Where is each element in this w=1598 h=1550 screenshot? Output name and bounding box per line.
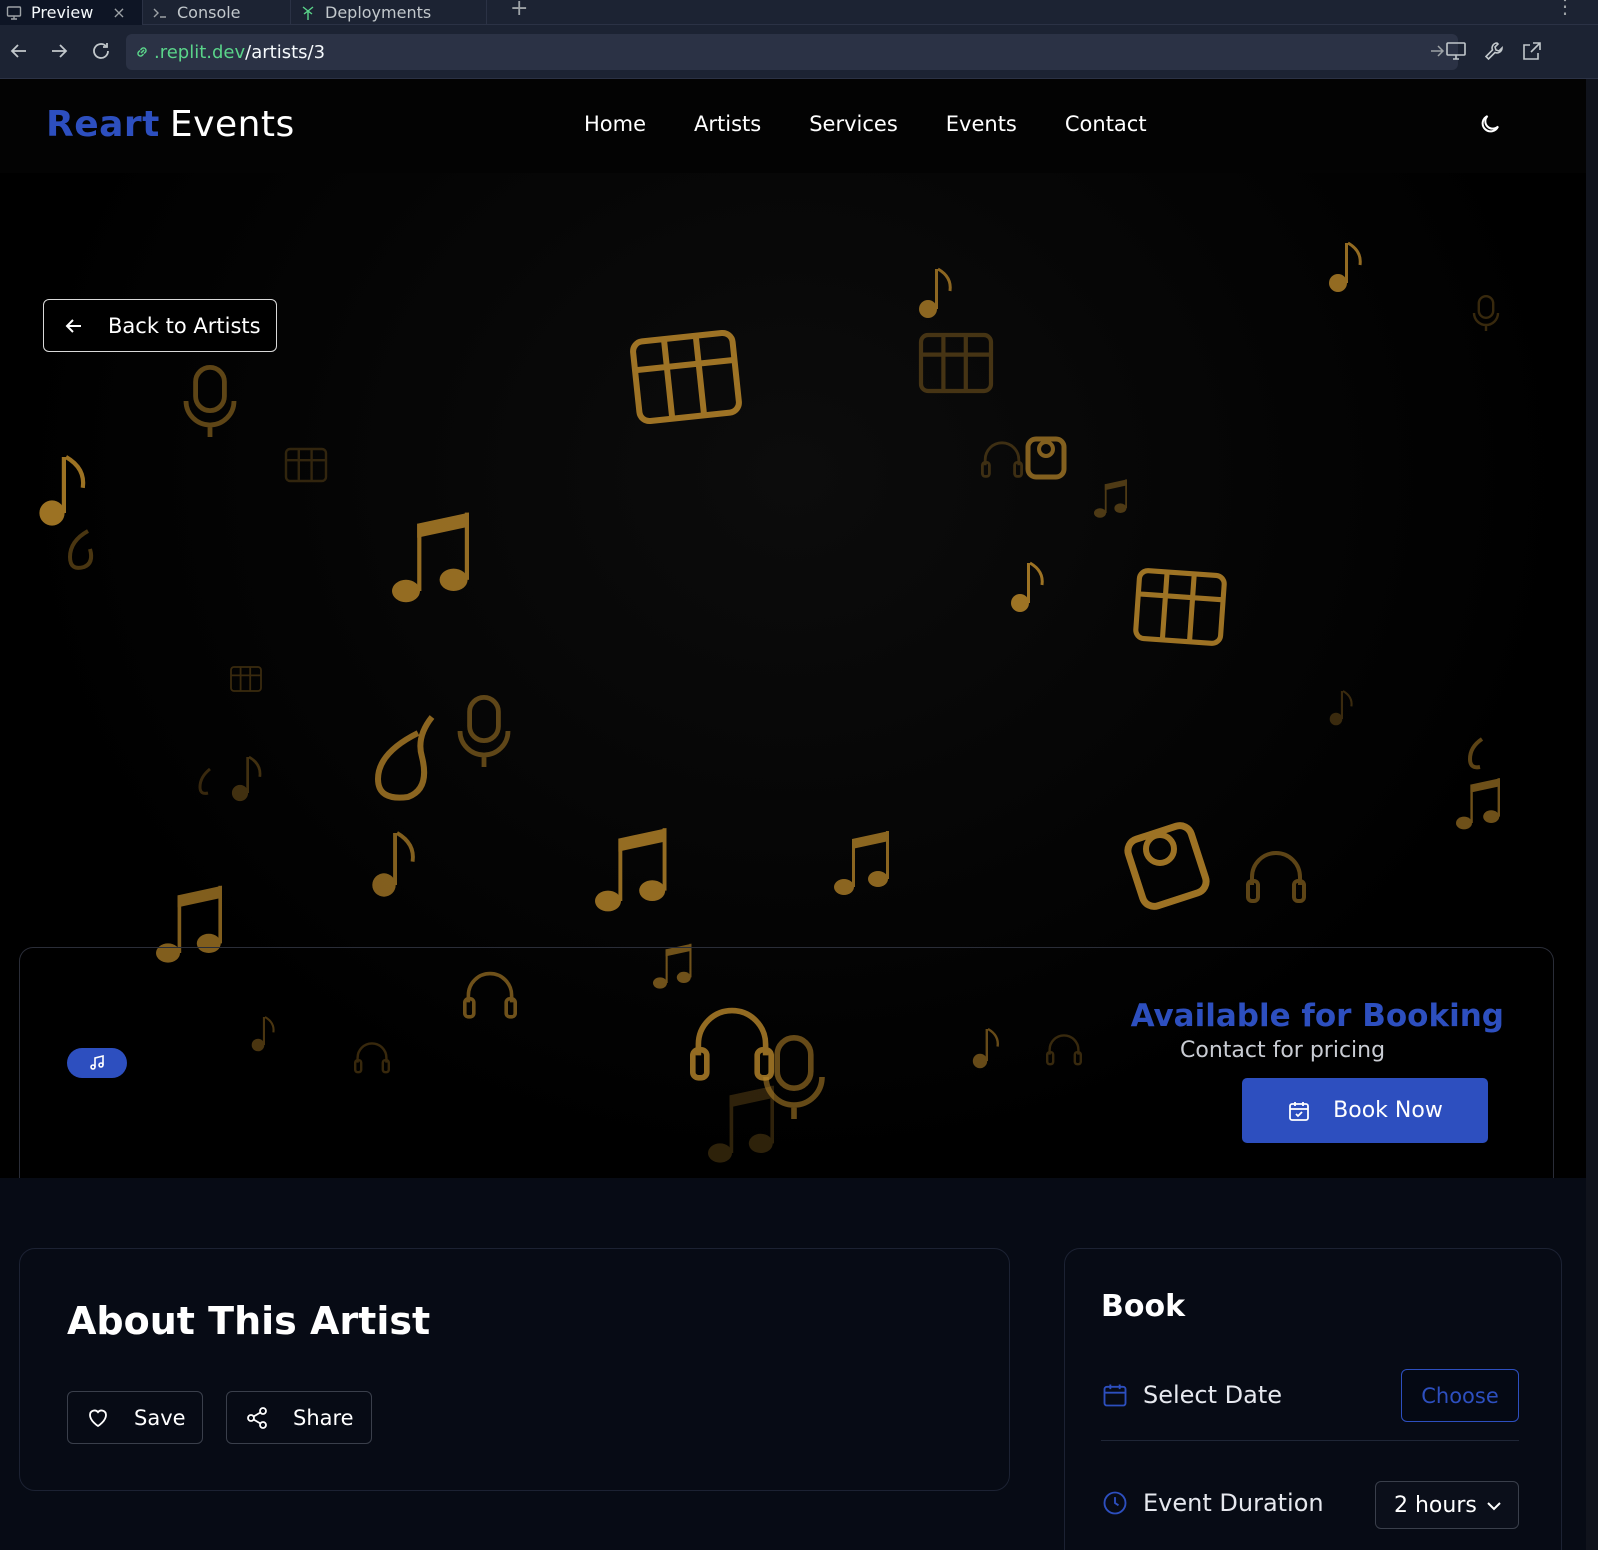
about-title: About This Artist bbox=[67, 1299, 431, 1343]
back-label: Back to Artists bbox=[108, 313, 261, 338]
tab-preview[interactable]: Preview × bbox=[0, 0, 142, 25]
logo-part2: Events bbox=[169, 104, 295, 145]
arrow-left-icon bbox=[64, 316, 84, 336]
genre-badge bbox=[67, 1048, 127, 1078]
add-tab-button[interactable]: + bbox=[510, 0, 528, 21]
event-duration-label: Event Duration bbox=[1143, 1489, 1324, 1517]
pricing-text: Contact for pricing bbox=[1180, 1038, 1386, 1063]
close-icon[interactable]: × bbox=[112, 3, 125, 22]
back-arrow-icon[interactable] bbox=[5, 37, 33, 65]
book-now-label: Book Now bbox=[1333, 1098, 1443, 1123]
about-card: About This Artist Save Share bbox=[19, 1248, 1010, 1491]
share-button[interactable]: Share bbox=[226, 1391, 372, 1444]
back-to-artists-button[interactable]: Back to Artists bbox=[43, 299, 277, 352]
tab-label: Console bbox=[177, 3, 241, 22]
page-viewport: Reart Events Home Artists Services Events… bbox=[0, 79, 1586, 1550]
workspace-tab-bar: Preview × Console Deployments + ⋮ bbox=[0, 0, 1598, 25]
forward-arrow-icon[interactable] bbox=[45, 37, 73, 65]
tab-label: Preview bbox=[31, 3, 94, 22]
open-new-tab-icon[interactable] bbox=[1518, 37, 1546, 65]
duration-value: 2 hours bbox=[1394, 1492, 1477, 1518]
availability-title: Available for Booking bbox=[1130, 998, 1504, 1034]
reload-icon[interactable] bbox=[87, 37, 115, 65]
select-date-label: Select Date bbox=[1143, 1381, 1283, 1409]
more-icon[interactable]: ⋮ bbox=[1555, 0, 1575, 18]
save-button[interactable]: Save bbox=[67, 1391, 203, 1444]
tab-console[interactable]: Console bbox=[152, 0, 290, 25]
duration-select[interactable]: 2 hours bbox=[1375, 1481, 1519, 1529]
booking-title: Book bbox=[1101, 1289, 1186, 1324]
devtools-wrench-icon[interactable] bbox=[1480, 37, 1508, 65]
share-label: Share bbox=[293, 1405, 354, 1430]
music-note-icon bbox=[88, 1054, 106, 1072]
save-label: Save bbox=[134, 1405, 186, 1430]
url-path: /artists/3 bbox=[245, 41, 326, 63]
nav-services[interactable]: Services bbox=[809, 112, 898, 136]
nav-events[interactable]: Events bbox=[946, 112, 1017, 136]
monitor-icon bbox=[6, 5, 22, 21]
page-scrollbar[interactable] bbox=[1586, 79, 1598, 1550]
main-nav: Home Artists Services Events Contact bbox=[584, 112, 1195, 136]
calendar-icon bbox=[1101, 1381, 1129, 1409]
share-icon bbox=[245, 1406, 269, 1430]
divider bbox=[1101, 1440, 1519, 1441]
book-now-button[interactable]: Book Now bbox=[1242, 1078, 1488, 1143]
address-bar-row: .replit.dev/artists/3 bbox=[0, 25, 1598, 79]
url-input[interactable]: .replit.dev/artists/3 bbox=[126, 34, 1458, 70]
deploy-icon bbox=[300, 5, 316, 21]
artist-info-card: Available for Booking Contact for pricin… bbox=[19, 947, 1554, 1192]
device-preview-icon[interactable] bbox=[1442, 37, 1470, 65]
site-logo[interactable]: Reart Events bbox=[46, 104, 295, 145]
tab-deployments[interactable]: Deployments bbox=[300, 0, 486, 25]
site-header: Reart Events Home Artists Services Events… bbox=[0, 79, 1586, 173]
heart-icon bbox=[86, 1406, 110, 1430]
nav-contact[interactable]: Contact bbox=[1065, 112, 1147, 136]
link-icon bbox=[134, 44, 150, 60]
moon-icon[interactable] bbox=[1478, 112, 1506, 140]
nav-artists[interactable]: Artists bbox=[694, 112, 761, 136]
logo-part1: Reart bbox=[46, 104, 160, 145]
nav-home[interactable]: Home bbox=[584, 112, 646, 136]
booking-card: Book Select Date Choose Event Duration 2… bbox=[1064, 1248, 1562, 1550]
chevron-down-icon bbox=[1484, 1496, 1504, 1522]
url-host: .replit.dev bbox=[154, 41, 246, 63]
artist-details-section: About This Artist Save Share Book Select… bbox=[0, 1178, 1586, 1550]
terminal-icon bbox=[152, 5, 168, 21]
clock-icon bbox=[1101, 1489, 1129, 1517]
browser-window: Preview × Console Deployments + ⋮ .repli… bbox=[0, 0, 1598, 1550]
choose-date-button[interactable]: Choose bbox=[1401, 1369, 1519, 1422]
calendar-check-icon bbox=[1287, 1099, 1311, 1123]
tab-label: Deployments bbox=[325, 3, 432, 22]
